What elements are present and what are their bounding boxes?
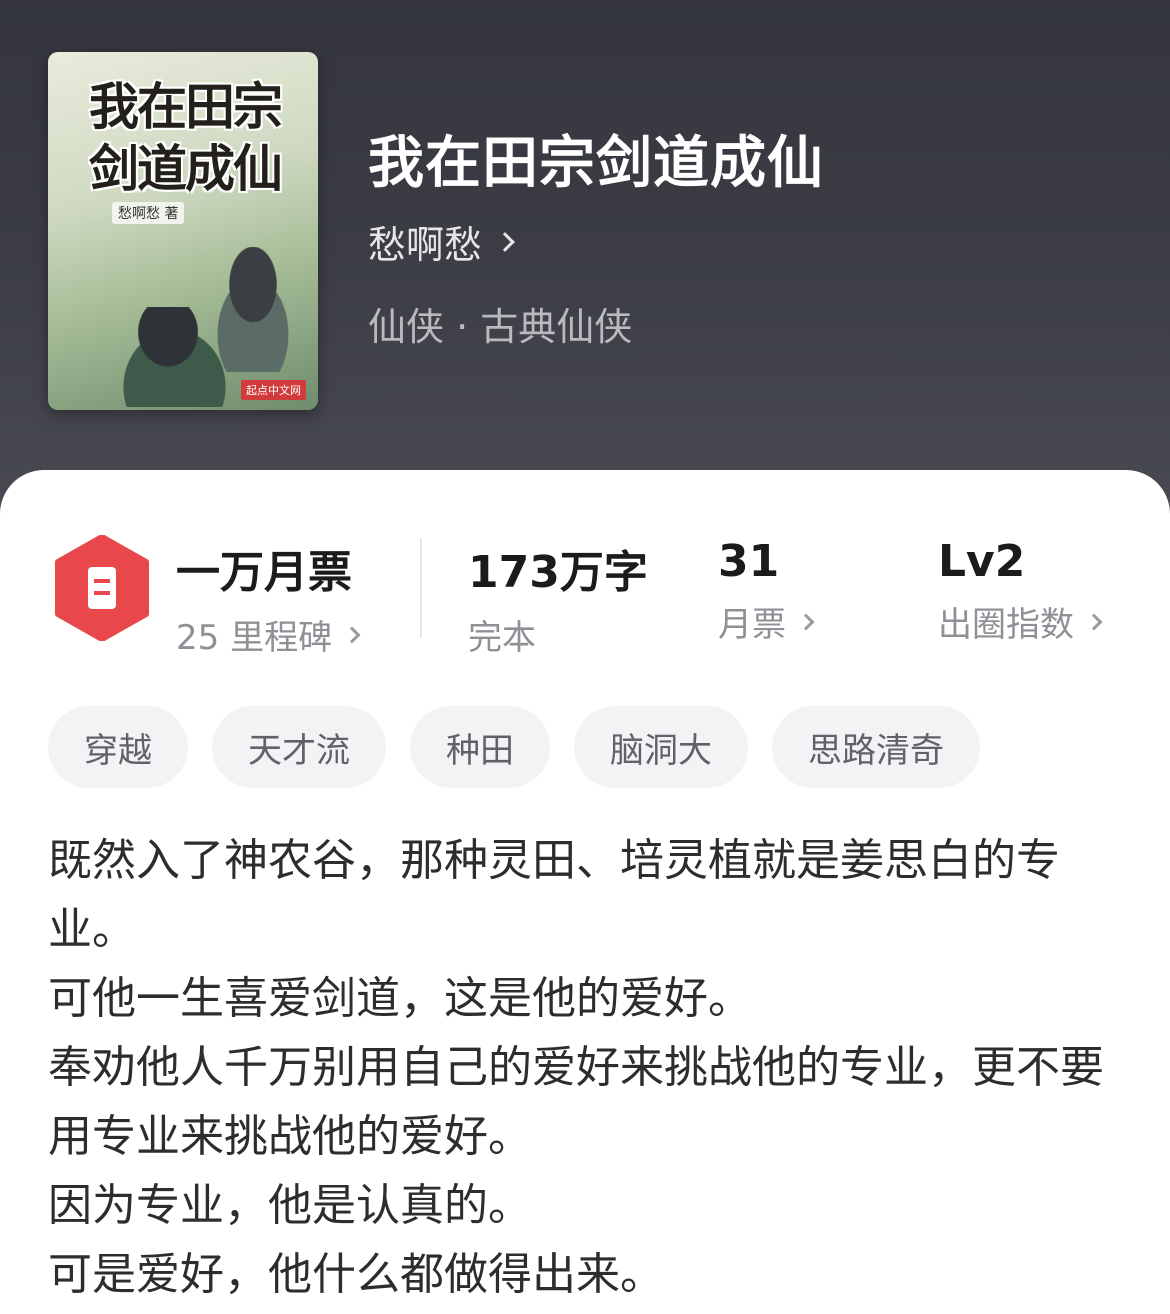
tag-chip[interactable]: 穿越 (48, 706, 188, 788)
tag-chip[interactable]: 天才流 (212, 706, 386, 788)
book-description[interactable]: 既然入了神农谷，那种灵田、培灵植就是姜思白的专业。 可他一生喜爱剑道，这是他的爱… (48, 826, 1128, 1309)
cover-illustration-figure (103, 307, 233, 407)
chevron-right-icon (495, 231, 515, 252)
stat-popularity-index[interactable]: Lv2 出圈指数 (938, 536, 1103, 646)
cover-title: 我在田宗 剑道成仙 (89, 77, 283, 198)
stat-word-count: 173万字 完本 (468, 536, 648, 659)
description-line: 奉劝他人千万别用自己的爱好来挑战他的专业，更不要用专业来挑战他的爱好。 (48, 1042, 1104, 1162)
tag-chip[interactable]: 思路清奇 (772, 706, 980, 788)
cover-author-credit: 愁啊愁 著 (112, 202, 185, 224)
ticket-badge-icon (55, 535, 149, 641)
stat-monthly-label: 月票 (718, 605, 786, 645)
book-title: 我在田宗剑道成仙 (368, 131, 824, 196)
cover-publisher-logo: 起点中文网 (241, 380, 306, 400)
chevron-right-icon (343, 626, 361, 643)
stat-monthly-value: 31 (718, 536, 780, 587)
genre-label: 仙侠 · 古典仙侠 (368, 305, 633, 349)
stat-monthly-ticket-milestone[interactable]: 一万月票 25 里程碑 (176, 536, 361, 659)
tag-list: 穿越 天才流 种田 脑洞大 思路清奇 (48, 706, 980, 788)
chevron-right-icon (1085, 613, 1103, 630)
stat-level-value: Lv2 (938, 536, 1026, 587)
stat-words-value: 173万字 (468, 547, 648, 598)
description-line: 可他一生喜爱剑道，这是他的爱好。 (48, 973, 752, 1024)
description-line: 因为专业，他是认真的。 (48, 1180, 532, 1231)
stat-words-label: 完本 (468, 618, 536, 658)
author-name: 愁啊愁 (368, 223, 483, 267)
tag-chip[interactable]: 种田 (410, 706, 550, 788)
tag-chip[interactable]: 脑洞大 (574, 706, 748, 788)
description-line: 既然入了神农谷，那种灵田、培灵植就是姜思白的专业。 (48, 835, 1060, 955)
stat-monthly-votes[interactable]: 31 月票 (718, 536, 815, 646)
author-link[interactable]: 愁啊愁 (368, 214, 515, 269)
stat-divider (420, 538, 422, 638)
stat-ticket-value: 一万月票 (176, 547, 352, 598)
stat-ticket-label: 25 里程碑 (176, 618, 333, 658)
chevron-right-icon (797, 613, 815, 630)
description-line: 可是爱好，他什么都做得出来。 (48, 1249, 664, 1300)
stat-level-label: 出圈指数 (938, 605, 1074, 645)
book-cover[interactable]: 我在田宗 剑道成仙 愁啊愁 著 起点中文网 (48, 52, 318, 410)
